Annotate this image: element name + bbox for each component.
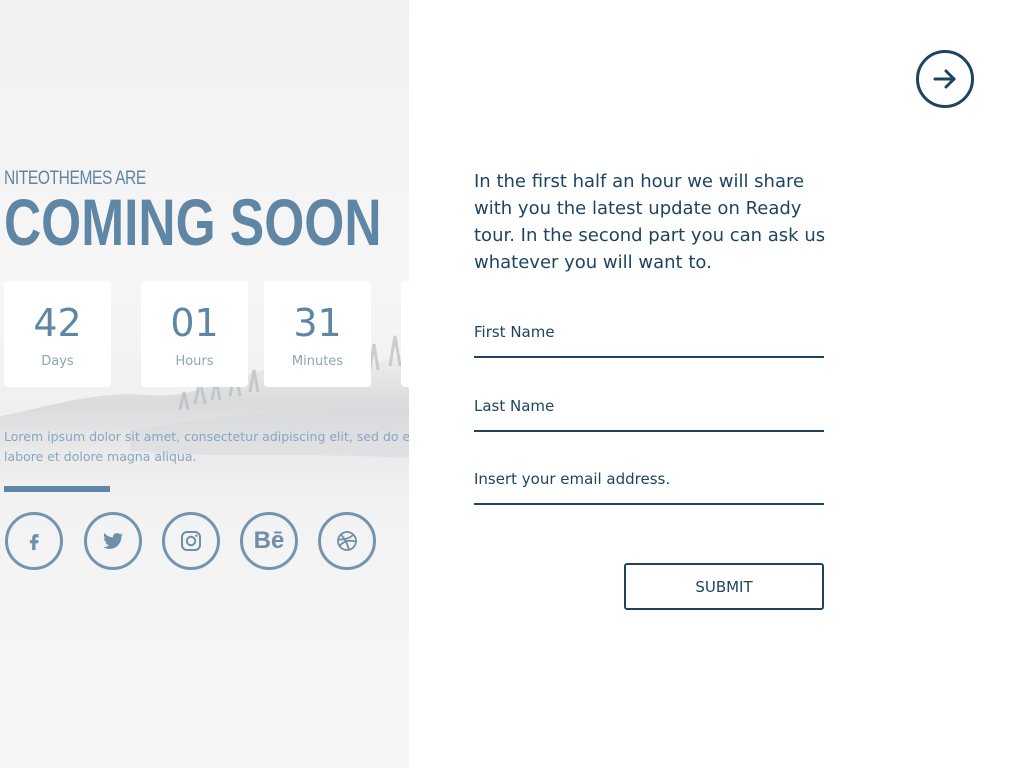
last-name-field	[474, 386, 824, 432]
first-name-field	[474, 312, 824, 358]
twitter-link[interactable]	[84, 512, 142, 570]
behance-icon: Bē	[253, 527, 285, 554]
description-text: Lorem ipsum dolor sit amet, consectetur …	[4, 427, 409, 467]
dribbble-link[interactable]	[318, 512, 376, 570]
description-line-2: labore et dolore magna aliqua.	[4, 449, 197, 464]
countdown-hours: 01 Hours	[141, 281, 248, 387]
intro-text: In the first half an hour we will share …	[474, 171, 826, 273]
email-field	[474, 459, 824, 505]
countdown-days-label: Days	[41, 354, 74, 369]
first-name-input[interactable]	[474, 312, 824, 352]
countdown-hours-value: 01	[170, 301, 219, 345]
arrow-right-icon	[933, 69, 956, 89]
countdown-minutes-value: 31	[293, 301, 342, 345]
submit-button[interactable]: SUBMIT	[624, 563, 824, 610]
email-input[interactable]	[474, 459, 824, 499]
instagram-link[interactable]	[162, 512, 220, 570]
facebook-link[interactable]	[5, 512, 63, 570]
countdown-days-value: 42	[33, 301, 82, 345]
last-name-input[interactable]	[474, 386, 824, 426]
facebook-icon	[29, 534, 39, 551]
countdown-hours-label: Hours	[175, 354, 214, 369]
divider	[4, 486, 110, 492]
behance-link[interactable]: Bē	[240, 512, 298, 570]
dribbble-icon	[337, 531, 357, 551]
description-line-1: Lorem ipsum dolor sit amet, consectetur …	[4, 429, 409, 444]
countdown-seconds	[401, 281, 409, 387]
instagram-icon	[181, 531, 201, 551]
next-button[interactable]	[916, 50, 974, 108]
countdown-days: 42 Days	[4, 281, 111, 387]
countdown-minutes-label: Minutes	[291, 354, 344, 369]
page-title: COMING SOON	[4, 185, 382, 259]
hero-panel: NITEOTHEMES ARE COMING SOON 42 Days 01 H…	[0, 0, 409, 768]
twitter-icon	[103, 533, 124, 549]
countdown-minutes: 31 Minutes	[264, 281, 371, 387]
